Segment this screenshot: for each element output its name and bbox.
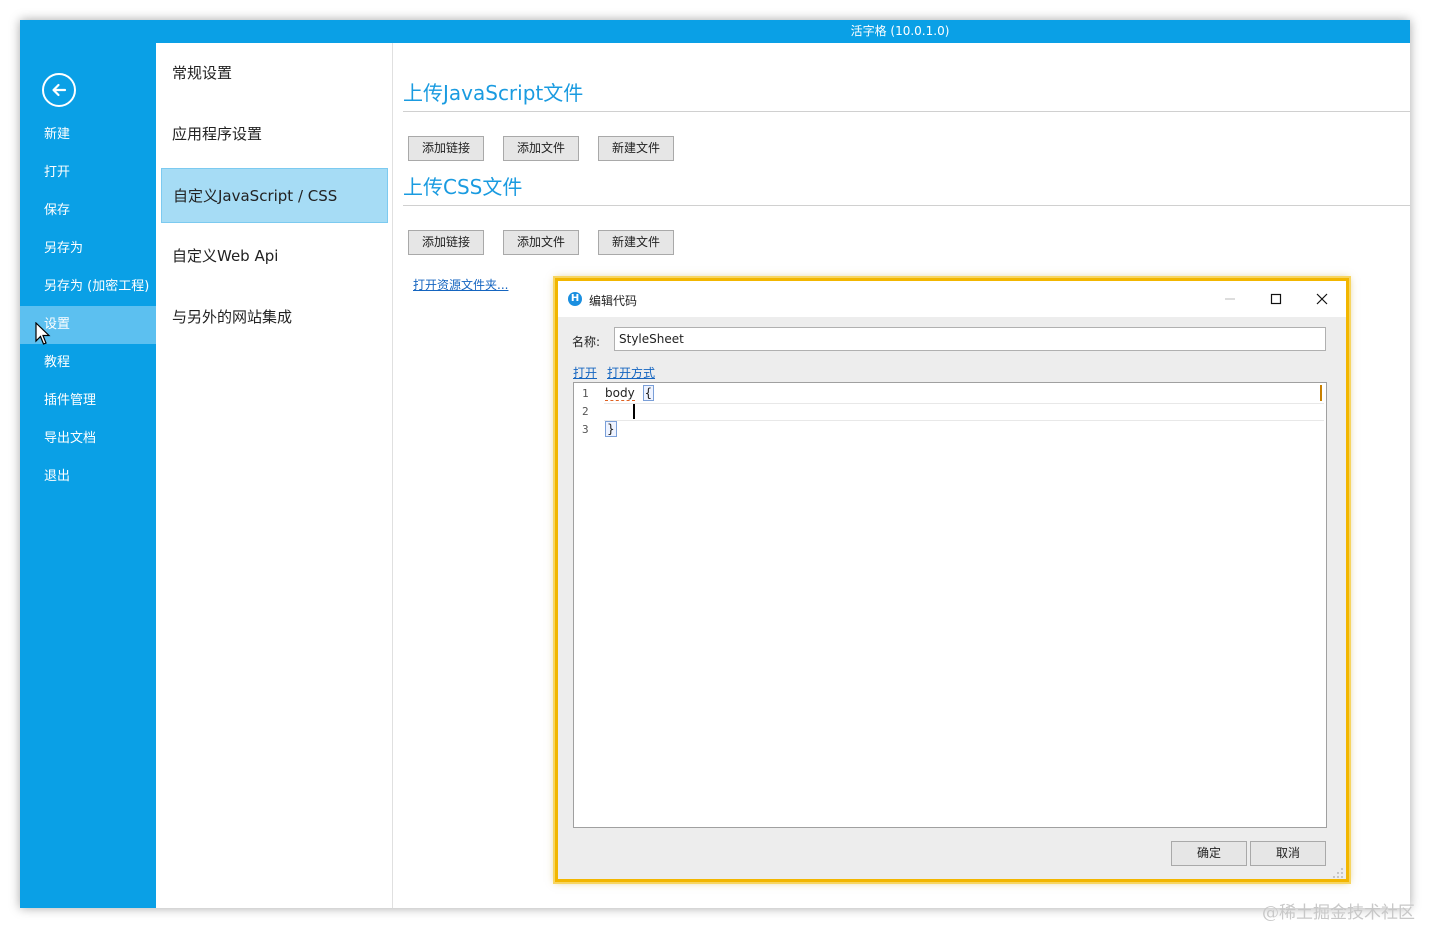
minimize-icon — [1225, 298, 1235, 300]
maximize-button[interactable] — [1266, 289, 1286, 309]
open-link[interactable]: 打开 — [573, 364, 597, 381]
sidebar-item-new[interactable]: 新建 — [20, 116, 156, 154]
close-icon — [1316, 293, 1328, 305]
sidebar-item-export-docs[interactable]: 导出文档 — [20, 420, 156, 458]
dialog-title-bar: H 编辑代码 — [558, 281, 1346, 317]
watermark: @稀土掘金技术社区 — [1262, 903, 1415, 923]
js-section-divider — [403, 111, 1410, 112]
window-title: 活字格 (10.0.1.0) — [850, 24, 950, 38]
app-window: 活字格 (10.0.1.0) 新建 打开 保存 另存为 另存为 (加密工程) 设… — [20, 20, 1410, 908]
sidebar: 新建 打开 保存 另存为 另存为 (加密工程) 设置 教程 插件管理 导出文档 … — [20, 43, 156, 908]
open-with-link[interactable]: 打开方式 — [607, 364, 655, 381]
sidebar-item-exit[interactable]: 退出 — [20, 458, 156, 496]
settings-nav-general[interactable]: 常规设置 — [161, 46, 388, 101]
sidebar-item-plugins[interactable]: 插件管理 — [20, 382, 156, 420]
sidebar-item-tutorial[interactable]: 教程 — [20, 344, 156, 382]
name-input[interactable]: StyleSheet — [614, 327, 1326, 351]
settings-nav-app[interactable]: 应用程序设置 — [161, 107, 388, 162]
resize-grip-icon[interactable] — [1332, 867, 1344, 879]
line-number: 2 — [582, 405, 589, 418]
line-number: 1 — [582, 387, 589, 400]
code-line-1: body { — [605, 385, 655, 401]
dialog-title: 编辑代码 — [589, 294, 638, 308]
css-add-link-button[interactable]: 添加链接 — [408, 230, 484, 255]
maximize-icon — [1270, 293, 1282, 305]
minimize-button[interactable] — [1220, 289, 1240, 309]
settings-nav: 常规设置 应用程序设置 自定义JavaScript / CSS 自定义Web A… — [156, 43, 393, 908]
app-logo-icon: H — [568, 292, 582, 306]
cancel-button[interactable]: 取消 — [1250, 841, 1326, 866]
edit-code-dialog: H 编辑代码 名称: StyleSheet 打开 打开方式 1 2 3 body — [553, 276, 1351, 884]
js-add-link-button[interactable]: 添加链接 — [408, 136, 484, 161]
js-section-title: 上传JavaScript文件 — [403, 81, 584, 105]
mouse-cursor-icon — [35, 322, 51, 345]
code-editor[interactable]: 1 2 3 body { } — [573, 382, 1327, 828]
settings-nav-custom-js-css[interactable]: 自定义JavaScript / CSS — [161, 168, 388, 223]
text-caret — [633, 404, 635, 419]
name-label: 名称: — [572, 335, 601, 349]
ok-button[interactable]: 确定 — [1171, 841, 1247, 866]
open-resource-folder-link[interactable]: 打开资源文件夹... — [413, 276, 508, 293]
current-line-highlight — [604, 403, 1324, 421]
arrow-left-icon — [52, 83, 67, 97]
back-button[interactable] — [42, 73, 76, 107]
js-add-file-button[interactable]: 添加文件 — [503, 136, 579, 161]
settings-nav-web-api[interactable]: 自定义Web Api — [161, 229, 388, 284]
css-new-file-button[interactable]: 新建文件 — [598, 230, 674, 255]
scroll-marker — [1320, 385, 1322, 401]
css-add-file-button[interactable]: 添加文件 — [503, 230, 579, 255]
code-brace-close: } — [605, 421, 617, 437]
css-section-divider — [403, 205, 1410, 206]
sidebar-item-save-as[interactable]: 另存为 — [20, 230, 156, 268]
js-new-file-button[interactable]: 新建文件 — [598, 136, 674, 161]
line-number: 3 — [582, 423, 589, 436]
sidebar-item-save-as-encrypted[interactable]: 另存为 (加密工程) — [20, 268, 156, 306]
css-section-title: 上传CSS文件 — [403, 175, 523, 199]
close-button[interactable] — [1312, 289, 1332, 309]
code-brace-open: { — [642, 385, 655, 401]
settings-nav-integration[interactable]: 与另外的网站集成 — [161, 290, 388, 345]
code-line-3: } — [605, 421, 617, 437]
title-bar: 活字格 (10.0.1.0) — [20, 20, 1410, 43]
sidebar-item-save[interactable]: 保存 — [20, 192, 156, 230]
sidebar-item-open[interactable]: 打开 — [20, 154, 156, 192]
code-token: body — [605, 386, 635, 401]
